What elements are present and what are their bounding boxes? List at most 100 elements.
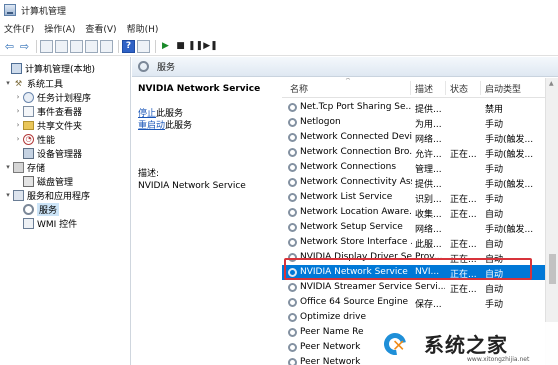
cell-status: 正在... — [450, 195, 477, 205]
export-list-icon[interactable] — [100, 39, 113, 53]
menu-help[interactable]: 帮助(H) — [127, 22, 159, 35]
expand-caret-icon[interactable]: ▾ — [4, 163, 12, 171]
tree-item-storage[interactable]: ▾ 存储 — [4, 160, 45, 174]
cell-name: Netlogon — [300, 117, 341, 127]
scrollbar-thumb[interactable] — [549, 254, 556, 284]
show-hide-tree-icon[interactable] — [55, 39, 68, 53]
cell-name: Network Connected Devi... — [300, 132, 412, 142]
tree-item-label: 事件查看器 — [37, 107, 83, 118]
table-row[interactable]: Office 64 Source Engine 保存... 手动 — [282, 295, 546, 310]
table-row[interactable]: Network Location Aware... 收集... 正在... 自动 — [282, 205, 546, 220]
table-row[interactable]: Network List Service 识别... 正在... 手动 — [282, 190, 546, 205]
cell-startup: 手动 — [485, 120, 504, 130]
column-resizer[interactable] — [445, 81, 446, 95]
table-row[interactable]: Network Connected Devi... 网络... 手动(触发... — [282, 130, 546, 145]
tree-item-performance[interactable]: › ◔ 性能 — [14, 132, 55, 146]
tree-item-services[interactable]: 服务 — [14, 202, 60, 216]
sort-ascending-icon: ^ — [345, 78, 351, 85]
stop-service-icon[interactable]: ■ — [174, 40, 187, 53]
start-service-icon[interactable]: ▶ — [159, 40, 172, 53]
table-row[interactable]: Netlogon 为用... 手动 — [282, 115, 546, 130]
up-folder-icon[interactable] — [40, 39, 53, 53]
tree-item-system-tools[interactable]: ▾ ⚒ 系统工具 — [4, 76, 63, 90]
window-title: 计算机管理 — [21, 6, 67, 17]
tree-item-computer-management[interactable]: 计算机管理(本地) — [2, 61, 95, 75]
tree-item-shared-folders[interactable]: › 共享文件夹 — [14, 118, 82, 132]
back-arrow-icon[interactable]: ⇦ — [3, 40, 16, 53]
table-row[interactable]: Network Connectivity Ass... 提供... 手动(触发... — [282, 175, 546, 190]
cell-name: Net.Tcp Port Sharing Se... — [300, 102, 412, 112]
expand-caret-icon[interactable]: ▾ — [4, 79, 12, 87]
properties-icon[interactable] — [70, 39, 83, 53]
description-text: NVIDIA Network Service — [138, 181, 246, 191]
service-gear-icon — [288, 328, 297, 337]
cell-desc: 保存... — [415, 300, 442, 310]
table-row[interactable]: NVIDIA Streamer Service Servi... 正在... 自动 — [282, 280, 546, 295]
table-row[interactable]: Net.Tcp Port Sharing Se... 提供... 禁用 — [282, 100, 546, 115]
cell-status: 正在... — [450, 285, 477, 295]
storage-icon — [13, 161, 24, 173]
column-header-name[interactable]: 名称 — [290, 82, 308, 95]
service-gear-icon — [288, 223, 297, 232]
tree-item-device-manager[interactable]: 设备管理器 — [14, 146, 82, 160]
table-row[interactable]: Network Connection Bro... 允许... 正在... 手动(触发… — [282, 145, 546, 160]
service-gear-icon — [288, 283, 297, 292]
disk-icon — [23, 175, 34, 187]
stop-service-link[interactable]: 停止 — [138, 109, 156, 119]
menu-file[interactable]: 文件(F) — [4, 22, 34, 35]
menu-view[interactable]: 查看(V) — [85, 22, 116, 35]
action-pane-icon[interactable] — [137, 39, 150, 53]
clock-icon — [23, 91, 34, 103]
cell-desc: 网络... — [415, 225, 442, 235]
service-gear-icon — [288, 103, 297, 112]
help-icon[interactable]: ? — [122, 39, 135, 53]
device-manager-icon — [23, 147, 34, 159]
cell-startup: 禁用 — [485, 105, 504, 115]
service-gear-icon — [288, 298, 297, 307]
cell-name: Network Connections — [300, 162, 397, 172]
pause-service-icon[interactable]: ❚❚ — [188, 40, 203, 53]
expand-caret-icon[interactable]: ▾ — [4, 191, 12, 199]
computer-management-icon — [4, 4, 16, 16]
column-resizer[interactable] — [410, 81, 411, 95]
service-gear-icon — [288, 208, 297, 217]
column-header-startup-type[interactable]: 启动类型 — [485, 82, 521, 95]
cell-startup: 手动(触发... — [485, 225, 534, 235]
service-gear-icon — [288, 178, 297, 187]
column-resizer[interactable] — [480, 81, 481, 95]
toolbar: ⇦ ⇨ ? ▶ ■ ❚❚ ▶❚ — [0, 37, 558, 56]
tree-item-event-viewer[interactable]: › 事件查看器 — [14, 104, 82, 118]
refresh-icon[interactable] — [85, 39, 98, 53]
expand-caret-icon[interactable]: › — [14, 107, 22, 115]
cell-desc: 允许... — [415, 150, 442, 160]
expand-caret-icon[interactable]: › — [14, 93, 22, 101]
cell-name: Office 64 Source Engine — [300, 297, 409, 307]
restart-service-link[interactable]: 重启动 — [138, 121, 165, 131]
tree-item-label: WMI 控件 — [37, 219, 78, 230]
tree-item-disk-management[interactable]: 磁盘管理 — [14, 174, 73, 188]
table-row[interactable]: Network Store Interface ... 此服... 正在... 自动 — [282, 235, 546, 250]
cell-name: Network Location Aware... — [300, 207, 412, 217]
restart-service-icon[interactable]: ▶❚ — [203, 40, 217, 53]
expand-caret-icon[interactable]: › — [14, 135, 22, 143]
tree-item-label: 共享文件夹 — [37, 121, 83, 132]
cell-name: Network Store Interface ... — [300, 237, 412, 247]
tree-item-services-and-applications[interactable]: ▾ 服务和应用程序 — [4, 188, 90, 202]
gear-icon — [138, 61, 149, 72]
forward-arrow-icon[interactable]: ⇨ — [18, 40, 31, 53]
menu-action[interactable]: 操作(A) — [44, 22, 75, 35]
site-watermark: ✕ 系统之家 www.xitongzhijia.net — [372, 322, 558, 365]
list-header: ^ 名称 描述 状态 启动类型 — [282, 78, 558, 98]
expand-caret-icon[interactable]: › — [14, 121, 22, 129]
tree-item-task-scheduler[interactable]: › 任务计划程序 — [14, 90, 91, 104]
table-row[interactable]: Network Setup Service 网络... 手动(触发... — [282, 220, 546, 235]
services-apps-icon — [13, 189, 24, 201]
column-header-status[interactable]: 状态 — [450, 82, 468, 95]
column-header-description[interactable]: 描述 — [415, 82, 433, 95]
restart-service-suffix: 此服务 — [165, 121, 193, 131]
scroll-up-arrow-icon[interactable]: ▲ — [549, 80, 554, 87]
cell-desc: 为用... — [415, 120, 442, 130]
tree-item-wmi-control[interactable]: WMI 控件 — [14, 216, 77, 230]
service-action-links: 停止此服务 重启动此服务 — [138, 108, 276, 132]
table-row[interactable]: Network Connections 管理... 手动 — [282, 160, 546, 175]
